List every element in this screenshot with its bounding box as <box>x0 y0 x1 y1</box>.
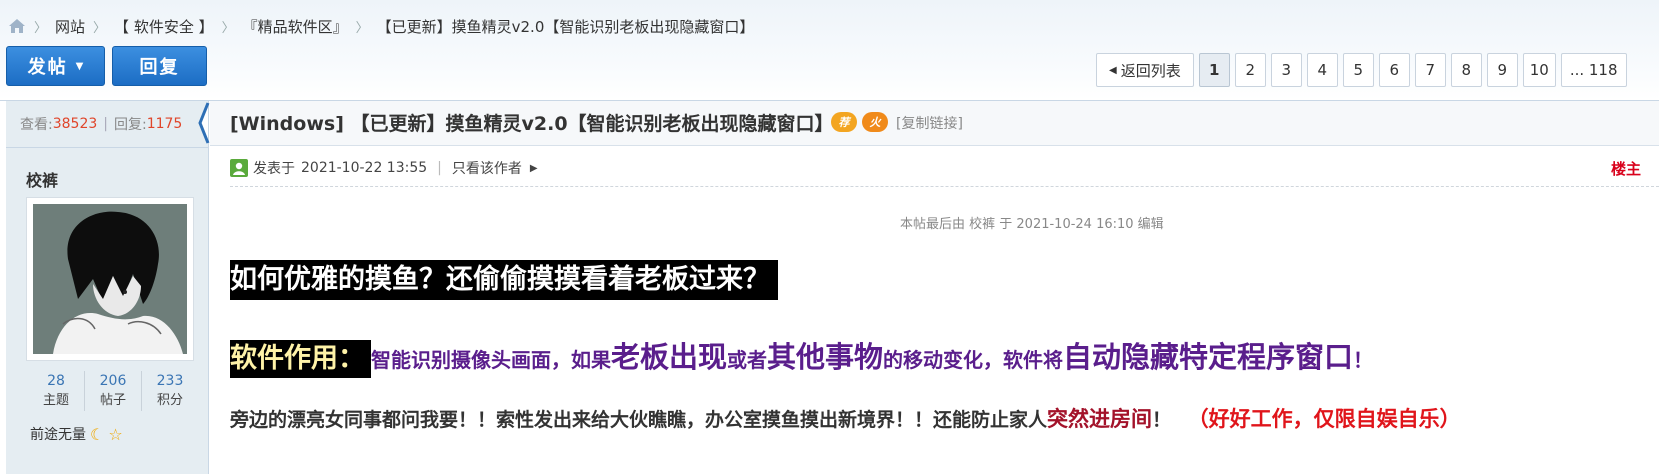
page-link-8[interactable]: 8 <box>1450 53 1482 87</box>
page-link-6[interactable]: 6 <box>1378 53 1410 87</box>
page-link-1[interactable]: 1 <box>1198 53 1230 87</box>
replies-count: 1175 <box>146 116 183 132</box>
copy-link[interactable]: [复制链接] <box>896 113 963 133</box>
reply-button[interactable]: 回复 <box>112 46 207 86</box>
views-label: 查看: <box>20 117 53 133</box>
author-name[interactable]: 校裤 <box>26 167 58 191</box>
new-post-label: 发帖 <box>27 57 68 78</box>
play-arrow-icon: ▶ <box>529 162 538 174</box>
floor-label: 楼主 <box>1610 160 1641 178</box>
thread-stats: 查看: 38523 | 回复: 1175 <box>6 101 208 147</box>
stats-divider: | <box>103 116 108 132</box>
paragraph-text: ！ <box>1152 409 1172 431</box>
purpose-text: 智能识别摄像头画面，如果 <box>371 348 611 372</box>
chevron-left-icon: ◀ <box>1109 64 1117 76</box>
breadcrumb-separator: 〉 <box>93 20 107 36</box>
purpose-highlight: 自动隐藏特定程序窗口 <box>1063 340 1354 374</box>
author-stats: 28 主题 206 帖子 233 积分 <box>28 371 198 411</box>
views-count: 38523 <box>52 116 98 132</box>
only-author-link[interactable]: 只看该作者 <box>452 158 522 178</box>
purpose-text: ！ <box>1353 348 1374 372</box>
author-stat-topics[interactable]: 28 主题 <box>28 371 85 411</box>
replies-label: 回复: <box>113 117 147 133</box>
stat-value: 233 <box>156 373 184 389</box>
page-link-9[interactable]: 9 <box>1486 53 1518 87</box>
author-sidebar: 查看: 38523 | 回复: 1175 校裤 28 主题 206 帖子 233… <box>6 101 209 474</box>
paragraph-disclaimer: （好好工作，仅限自娱自乐） <box>1187 407 1461 431</box>
pagination: ◀ 返回列表 1 2 3 4 5 6 7 8 9 10 ... 118 <box>1096 53 1627 87</box>
paragraph-highlight: 突然进房间 <box>1047 407 1153 431</box>
sidebar-pointer-icon <box>198 102 210 144</box>
post-purpose-line: 软件作用： 智能识别摄像头画面，如果 老板出现 或者 其他事物 的移动变化，软件… <box>230 334 1373 378</box>
page-link-2[interactable]: 2 <box>1234 53 1266 87</box>
breadcrumb-software-security[interactable]: 【 软件安全 】 <box>114 16 214 37</box>
purpose-highlight: 其他事物 <box>767 340 884 374</box>
breadcrumb-separator: 〉 <box>355 20 369 36</box>
sidebar-divider <box>6 147 208 148</box>
paragraph-text: 旁边的漂亮女同事都问我要！！索性发出来给大伙瞧瞧，办公室摸鱼摸出新境界！！还能防… <box>230 409 1048 431</box>
breadcrumb-separator: 〉 <box>221 20 235 36</box>
back-to-list-label: 返回列表 <box>1120 61 1181 80</box>
online-status-icon <box>230 159 248 177</box>
purpose-label: 软件作用： <box>230 340 371 378</box>
breadcrumb-premium-software[interactable]: 『精品软件区』 <box>243 16 348 37</box>
page-link-3[interactable]: 3 <box>1270 53 1302 87</box>
meta-divider: | <box>437 160 442 176</box>
stat-label: 积分 <box>156 393 183 408</box>
reply-label: 回复 <box>139 57 180 78</box>
thread-title-bar: [Windows] 【已更新】摸鱼精灵v2.0【智能识别老板出现隐藏窗口】 荐 … <box>210 101 1659 146</box>
post-meta: 发表于 2021-10-22 13:55 | 只看该作者 ▶ <box>230 158 538 178</box>
purpose-text: 或者 <box>727 348 768 372</box>
hot-badge: 火 <box>862 112 888 132</box>
purpose-text: 的移动变化，软件将 <box>883 348 1064 372</box>
stat-label: 主题 <box>42 393 69 408</box>
thread-title: [Windows] 【已更新】摸鱼精灵v2.0【智能识别老板出现隐藏窗口】 <box>230 113 834 135</box>
avatar-image <box>33 204 187 354</box>
page-link-10[interactable]: 10 <box>1522 53 1556 87</box>
breadcrumb-separator: 〉 <box>34 20 48 36</box>
back-to-list-button[interactable]: ◀ 返回列表 <box>1096 53 1194 87</box>
stat-label: 帖子 <box>99 393 126 408</box>
author-rank: 前途无量 ☾ ☆ <box>30 424 123 444</box>
posted-prefix: 发表于 <box>253 161 295 177</box>
new-post-button[interactable]: 发帖 ▼ <box>6 46 105 86</box>
page-link-5[interactable]: 5 <box>1342 53 1374 87</box>
posted-time: 2021-10-22 13:55 <box>301 160 428 176</box>
rank-label: 前途无量 <box>30 427 86 443</box>
page-link-7[interactable]: 7 <box>1414 53 1446 87</box>
home-icon[interactable] <box>8 18 26 34</box>
stat-value: 206 <box>99 373 127 389</box>
purpose-highlight: 老板出现 <box>611 340 728 374</box>
page-link-4[interactable]: 4 <box>1306 53 1338 87</box>
post-paragraph: 旁边的漂亮女同事都问我要！！索性发出来给大伙瞧瞧，办公室摸鱼摸出新境界！！还能防… <box>230 403 1461 433</box>
breadcrumb: 〉 网站 〉 【 软件安全 】 〉 『精品软件区』 〉 【已更新】摸鱼精灵v2.… <box>8 14 754 38</box>
avatar[interactable] <box>26 197 194 361</box>
breadcrumb-current-thread[interactable]: 【已更新】摸鱼精灵v2.0【智能识别老板出现隐藏窗口】 <box>377 16 755 37</box>
recommend-badge: 荐 <box>831 112 857 132</box>
meta-divider-line <box>230 186 1659 187</box>
chevron-down-icon: ▼ <box>75 60 84 72</box>
page-link-last[interactable]: ... 118 <box>1560 53 1627 87</box>
author-stat-posts[interactable]: 206 帖子 <box>85 371 142 411</box>
stat-value: 28 <box>47 373 65 389</box>
author-stat-points[interactable]: 233 积分 <box>142 371 198 411</box>
star-icon: ☆ <box>108 424 123 444</box>
breadcrumb-site[interactable]: 网站 <box>55 16 85 37</box>
post-heading: 如何优雅的摸鱼？还偷偷摸摸看着老板过来？ <box>230 260 778 300</box>
moon-icon: ☾ <box>90 424 105 444</box>
edit-note: 本帖最后由 校裤 于 2021-10-24 16:10 编辑 <box>900 217 1164 232</box>
